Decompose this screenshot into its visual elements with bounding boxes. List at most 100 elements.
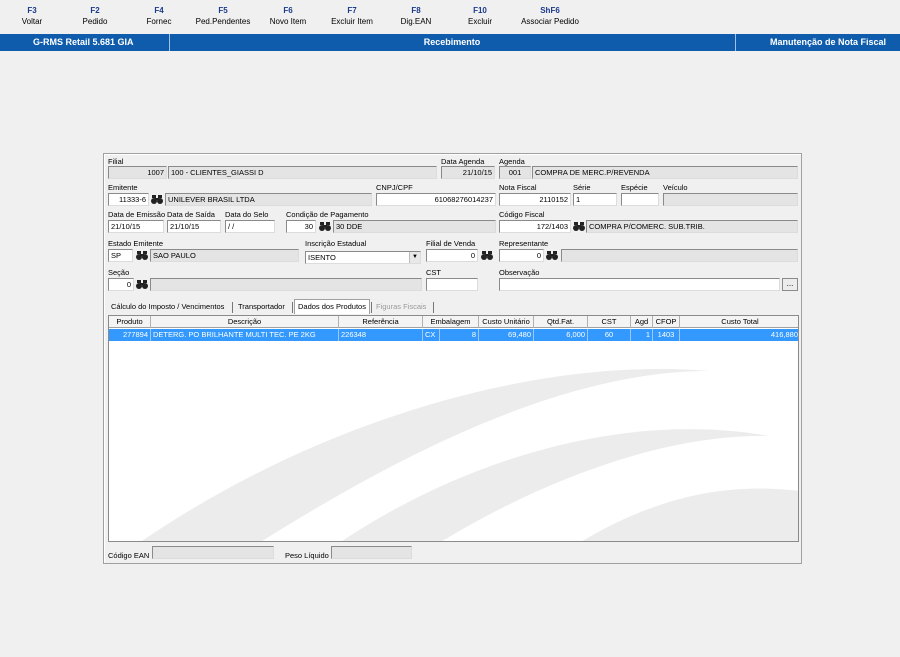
voltar-button[interactable]: F3 Voltar xyxy=(0,6,64,28)
binoculars-search-icon[interactable] xyxy=(546,250,558,261)
dig-ean-button[interactable]: F8 Dig.EAN xyxy=(384,6,448,28)
serie-field[interactable]: 1 xyxy=(573,193,617,206)
secao-code-field[interactable]: 0 xyxy=(108,278,134,291)
col-qtd-fat[interactable]: Qtd.Fat. xyxy=(534,316,588,328)
col-referencia[interactable]: Referência xyxy=(339,316,423,328)
data-saida-field[interactable]: 21/10/15 xyxy=(167,220,221,233)
cond-pagamento-label: Condição de Pagamento xyxy=(286,210,369,219)
fornec-button[interactable]: F4 Fornec xyxy=(127,6,191,28)
codigo-ean-field[interactable] xyxy=(152,546,274,559)
col-embalagem[interactable]: Embalagem xyxy=(423,316,479,328)
inscricao-estadual-value: ISENTO xyxy=(308,253,336,262)
binoculars-search-icon[interactable] xyxy=(136,279,148,290)
observacao-more-button[interactable]: ... xyxy=(782,278,798,291)
app-version: G-RMS Retail 5.681 GIA xyxy=(33,37,134,47)
especie-label: Espécie xyxy=(621,183,648,192)
agenda-code-field[interactable]: 001 xyxy=(499,166,531,179)
col-agd[interactable]: Agd xyxy=(631,316,653,328)
key-label: ShF6 xyxy=(540,6,560,15)
nota-fiscal-panel: Filial 1007 100 - CLIENTES_GIASSI D Data… xyxy=(103,153,802,564)
filial-code-field[interactable]: 1007 xyxy=(108,166,167,179)
representante-label: Representante xyxy=(499,239,549,248)
binoculars-search-icon[interactable] xyxy=(573,221,585,232)
col-produto[interactable]: Produto xyxy=(109,316,151,328)
binoculars-search-icon[interactable] xyxy=(151,194,163,205)
tab-dados-produtos[interactable]: Dados dos Produtos xyxy=(294,299,370,314)
key-action: Dig.EAN xyxy=(400,17,432,26)
inscricao-estadual-select[interactable]: ISENTO ▼ xyxy=(305,251,421,264)
key-action: Fornec xyxy=(146,17,172,26)
cnpj-field[interactable]: 61068276014237 xyxy=(376,193,496,206)
table-row[interactable]: 277894 DETERG. PO BRILHANTE MULTI TEC. P… xyxy=(109,329,798,341)
associar-pedido-button[interactable]: ShF6 Associar Pedido xyxy=(511,6,589,28)
produtos-grid[interactable]: Produto Descrição Referência Embalagem C… xyxy=(108,315,799,542)
key-action: Ped.Pendentes xyxy=(195,17,251,26)
cst-label: CST xyxy=(426,268,441,277)
cell-cst: 60 xyxy=(588,329,631,341)
col-custo-total[interactable]: Custo Total xyxy=(680,316,798,328)
col-cfop[interactable]: CFOP xyxy=(653,316,680,328)
observacao-label: Observação xyxy=(499,268,540,277)
emitente-code-field[interactable]: 11333-6 xyxy=(108,193,149,206)
binoculars-search-icon[interactable] xyxy=(481,250,493,261)
representante-name-field xyxy=(561,249,798,262)
data-emissao-field[interactable]: 21/10/15 xyxy=(108,220,164,233)
data-selo-label: Data do Selo xyxy=(225,210,269,219)
veiculo-field[interactable] xyxy=(663,193,798,206)
title-divider xyxy=(735,34,736,51)
tab-calculo-imposto[interactable]: Cálculo do Imposto / Vencimentos xyxy=(108,300,227,314)
key-label: F6 xyxy=(283,6,293,15)
key-label: F3 xyxy=(27,6,37,15)
nota-fiscal-field[interactable]: 2110152 xyxy=(499,193,571,206)
function-key-toolbar: F3 Voltar F2 Pedido F4 Fornec F5 Ped.Pendent… xyxy=(0,0,900,33)
key-label: F10 xyxy=(473,6,487,15)
col-custo-unitario[interactable]: Custo Unitário xyxy=(479,316,534,328)
filial-name-field: 100 - CLIENTES_GIASSI D xyxy=(168,166,437,179)
col-cst[interactable]: CST xyxy=(588,316,631,328)
col-descricao[interactable]: Descrição xyxy=(151,316,339,328)
key-label: F7 xyxy=(347,6,357,15)
cell-produto: 277894 xyxy=(109,329,151,341)
cond-pagamento-code-field[interactable]: 30 xyxy=(286,220,316,233)
estado-code-field[interactable]: SP xyxy=(108,249,133,262)
filial-venda-field[interactable]: 0 xyxy=(426,249,478,262)
estado-emitente-label: Estado Emitente xyxy=(108,239,164,248)
codigo-fiscal-code-field[interactable]: 172/1403 xyxy=(499,220,571,233)
estado-name-field: SAO PAULO xyxy=(150,249,299,262)
screen-title: Manutenção de Nota Fiscal xyxy=(769,37,886,47)
chevron-down-icon[interactable]: ▼ xyxy=(409,252,420,263)
excluir-item-button[interactable]: F7 Excluir Item xyxy=(320,6,384,28)
tab-transportador[interactable]: Transportador xyxy=(235,300,288,314)
cnpj-label: CNPJ/CPF xyxy=(376,183,413,192)
key-action: Associar Pedido xyxy=(521,17,579,26)
cond-pagamento-desc-field: 30 DDE xyxy=(333,220,496,233)
excluir-button[interactable]: F10 Excluir xyxy=(448,6,512,28)
data-agenda-field: 21/10/15 xyxy=(441,166,495,179)
agenda-desc-field: COMPRA DE MERC.P/REVENDA xyxy=(532,166,798,179)
filial-venda-label: Filial de Venda xyxy=(426,239,476,248)
pedido-button[interactable]: F2 Pedido xyxy=(63,6,127,28)
cst-field[interactable] xyxy=(426,278,478,291)
cell-referencia: 226348 xyxy=(339,329,423,341)
binoculars-search-icon[interactable] xyxy=(136,250,148,261)
ped-pendentes-button[interactable]: F5 Ped.Pendentes xyxy=(191,6,255,28)
data-selo-field[interactable]: / / xyxy=(225,220,275,233)
key-label: F4 xyxy=(154,6,164,15)
key-action: Pedido xyxy=(82,17,108,26)
key-action: Excluir xyxy=(467,17,492,26)
title-bar: G-RMS Retail 5.681 GIA Recebimento Manut… xyxy=(0,34,900,51)
cell-embalagem-unit: CX xyxy=(423,329,440,341)
key-label: F8 xyxy=(411,6,421,15)
codigo-ean-label: Código EAN xyxy=(108,551,150,560)
binoculars-search-icon[interactable] xyxy=(319,221,331,232)
peso-liquido-field[interactable] xyxy=(331,546,412,559)
cell-descricao: DETERG. PO BRILHANTE MULTI TEC. PE 2KG xyxy=(151,329,339,341)
module-title: Recebimento xyxy=(423,37,481,47)
observacao-field[interactable] xyxy=(499,278,780,291)
novo-item-button[interactable]: F6 Novo Item xyxy=(256,6,320,28)
tab-divider xyxy=(292,302,293,313)
inscricao-estadual-label: Inscrição Estadual xyxy=(305,239,367,248)
cell-embalagem-qty: 8 xyxy=(440,329,479,341)
especie-field[interactable] xyxy=(621,193,659,206)
representante-code-field[interactable]: 0 xyxy=(499,249,544,262)
